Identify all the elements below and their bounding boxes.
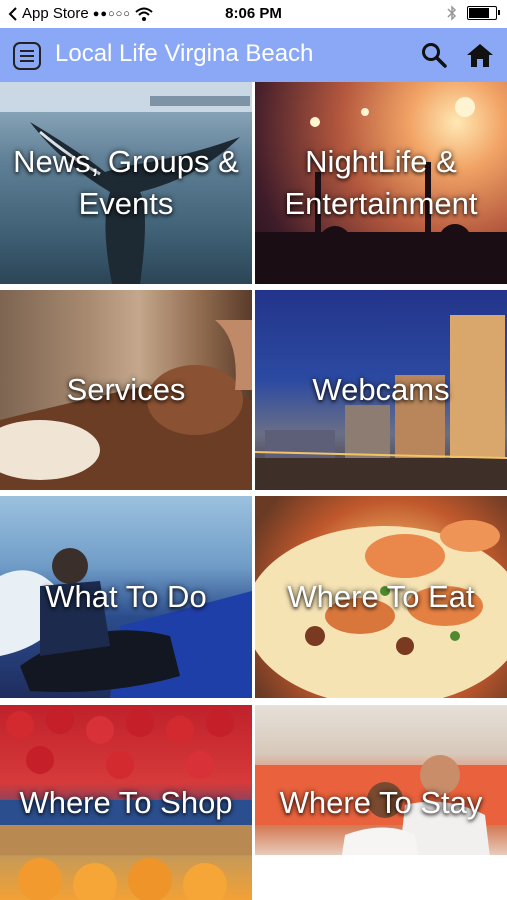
- tile-where-to-shop[interactable]: Where To Shop: [0, 705, 252, 900]
- tile-label: Webcams: [312, 372, 450, 407]
- tile-label: NightLife & Entertainment: [284, 144, 478, 221]
- tile-news-groups-events[interactable]: News, Groups & Events: [0, 82, 252, 284]
- menu-button[interactable]: [13, 42, 41, 70]
- tile-label: News, Groups & Events: [13, 144, 239, 221]
- tile-label: What To Do: [45, 579, 207, 614]
- home-icon[interactable]: [466, 41, 494, 69]
- tile-services[interactable]: Services: [0, 290, 252, 490]
- menu-icon-line: [20, 50, 34, 52]
- battery-level: [469, 8, 489, 18]
- status-bar: App Store ●●○○○ 8:06 PM: [0, 0, 507, 28]
- tile-label: Where To Eat: [287, 579, 475, 614]
- status-right: [447, 5, 500, 21]
- app-title: Local Life Virgina Beach: [55, 40, 314, 67]
- tile-nightlife-entertainment[interactable]: NightLife & Entertainment: [255, 82, 507, 284]
- tile-what-to-do[interactable]: What To Do: [0, 496, 252, 698]
- menu-icon-line: [20, 60, 34, 62]
- menu-icon-line: [20, 55, 34, 57]
- battery-icon: [467, 6, 500, 20]
- tile-webcams[interactable]: Webcams: [255, 290, 507, 490]
- bluetooth-icon: [447, 5, 457, 21]
- tile-label: Services: [66, 372, 186, 407]
- status-time: 8:06 PM: [225, 5, 282, 22]
- search-icon[interactable]: [420, 41, 448, 69]
- tile-label: Where To Stay: [279, 784, 483, 820]
- tile-label: Where To Shop: [19, 784, 233, 820]
- tile-where-to-eat[interactable]: Where To Eat: [255, 496, 507, 698]
- tile-where-to-stay[interactable]: Where To Stay: [255, 705, 507, 900]
- app-bar: Local Life Virgina Beach: [0, 28, 507, 82]
